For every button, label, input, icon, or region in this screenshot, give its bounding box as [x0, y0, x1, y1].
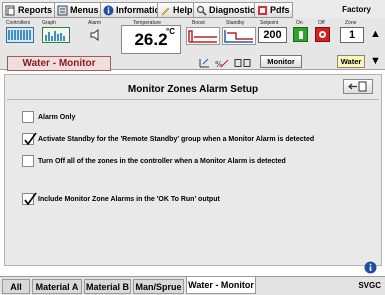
tool-icons: % [199, 58, 251, 68]
help-button[interactable]: Help [157, 2, 196, 18]
option-turn-off-zones[interactable]: Turn Off all of the zones in the control… [22, 155, 286, 167]
setpoint-caption: Setpoint [260, 20, 279, 26]
temperature-unit: °C [166, 27, 175, 36]
on-indicator-icon [299, 31, 303, 39]
activate-standby-checkbox[interactable] [22, 132, 37, 146]
menus-label: Menus [70, 5, 99, 15]
diagnostics-label: Diagnostics [209, 5, 261, 15]
help-icon [161, 7, 170, 15]
ruler-icon [199, 58, 209, 68]
tab-material-a[interactable]: Material A [32, 279, 82, 294]
turn-off-zones-checkbox[interactable] [22, 155, 34, 167]
checkmark-icon [24, 192, 37, 206]
info-icon [103, 5, 114, 15]
tab-material-b[interactable]: Material B [84, 279, 131, 294]
brackets-icon [234, 59, 251, 67]
option-ok-to-run[interactable]: Include Monitor Zone Alarms in the 'OK T… [22, 192, 220, 206]
alarm-only-checkbox[interactable] [22, 111, 34, 123]
off-button[interactable] [315, 27, 330, 42]
zone-down-arrow-icon[interactable]: ▼ [370, 55, 381, 67]
tab-water-monitor[interactable]: Water - Monitor [186, 277, 256, 294]
graph-icon[interactable] [42, 27, 70, 43]
boost-icon[interactable] [186, 27, 220, 45]
diagnostics-icon [196, 5, 207, 16]
zone-up-arrow-icon[interactable]: ▲ [370, 28, 381, 40]
zone-caption: Zone [345, 20, 357, 26]
percent-icon: % [215, 59, 229, 68]
factory-label: Factory [342, 5, 371, 14]
exit-door-icon [348, 81, 367, 92]
turn-off-zones-label: Turn Off all of the zones in the control… [38, 157, 286, 165]
graph-caption: Graph [42, 20, 56, 26]
boost-caption: Boost [192, 20, 205, 26]
pdfs-label: Pdfs [270, 5, 290, 15]
footer-code: SVGC [358, 281, 381, 290]
alarm-only-label: Alarm Only [38, 113, 76, 121]
reports-icon [5, 5, 15, 15]
tab-man-sprue[interactable]: Man/Sprue [133, 279, 184, 294]
controllers-icon[interactable] [6, 27, 34, 43]
option-alarm-only[interactable]: Alarm Only [22, 111, 75, 123]
standby-icon[interactable] [222, 27, 256, 45]
checkmark-icon [24, 132, 37, 146]
controllers-caption: Controllers [6, 20, 31, 26]
zone-number[interactable]: 1 [340, 27, 364, 43]
off-caption: Off [318, 20, 325, 26]
alarm-setup-panel: Monitor Zones Alarm Setup Alarm Only Act… [4, 74, 382, 266]
water-button[interactable]: Water [337, 55, 365, 68]
alarm-caption: Alarm [88, 20, 102, 26]
temperature-value: 26.2 [134, 29, 168, 49]
on-button[interactable] [293, 27, 308, 42]
ok-to-run-checkbox[interactable] [22, 192, 37, 206]
ok-to-run-label: Include Monitor Zone Alarms in the 'OK T… [38, 195, 220, 203]
diagnostics-button[interactable]: Diagnostics [193, 2, 264, 18]
menus-button[interactable]: Menus [54, 2, 102, 18]
monitor-button[interactable]: Monitor [260, 55, 302, 68]
menus-icon [57, 5, 68, 15]
info-icon[interactable] [364, 261, 377, 274]
standby-caption: Standby [226, 20, 245, 26]
reports-button[interactable]: Reports [2, 2, 56, 18]
pdf-icon [258, 5, 267, 15]
zone-group-tabs: All Material A Material B Man/Sprue Wate… [0, 276, 385, 295]
speaker-icon[interactable] [89, 28, 105, 42]
exit-button[interactable] [343, 79, 373, 94]
activate-standby-label: Activate Standby for the 'Remote Standby… [38, 135, 315, 143]
off-indicator-icon [319, 31, 326, 38]
on-caption: On [296, 20, 303, 26]
tab-all[interactable]: All [2, 279, 30, 294]
option-activate-standby[interactable]: Activate Standby for the 'Remote Standby… [22, 132, 315, 146]
pdfs-button[interactable]: Pdfs [254, 2, 293, 18]
temperature-display: 26.2 °C [121, 25, 181, 54]
zone-name-display: Water - Monitor [7, 56, 111, 71]
reports-label: Reports [18, 5, 53, 15]
help-label: Help [173, 5, 193, 15]
setpoint-value[interactable]: 200 [258, 27, 287, 43]
panel-title: Monitor Zones Alarm Setup [127, 84, 259, 95]
control-strip: Controllers Graph Alarm Temperature Boos… [0, 18, 385, 71]
panel-separator [7, 99, 379, 100]
